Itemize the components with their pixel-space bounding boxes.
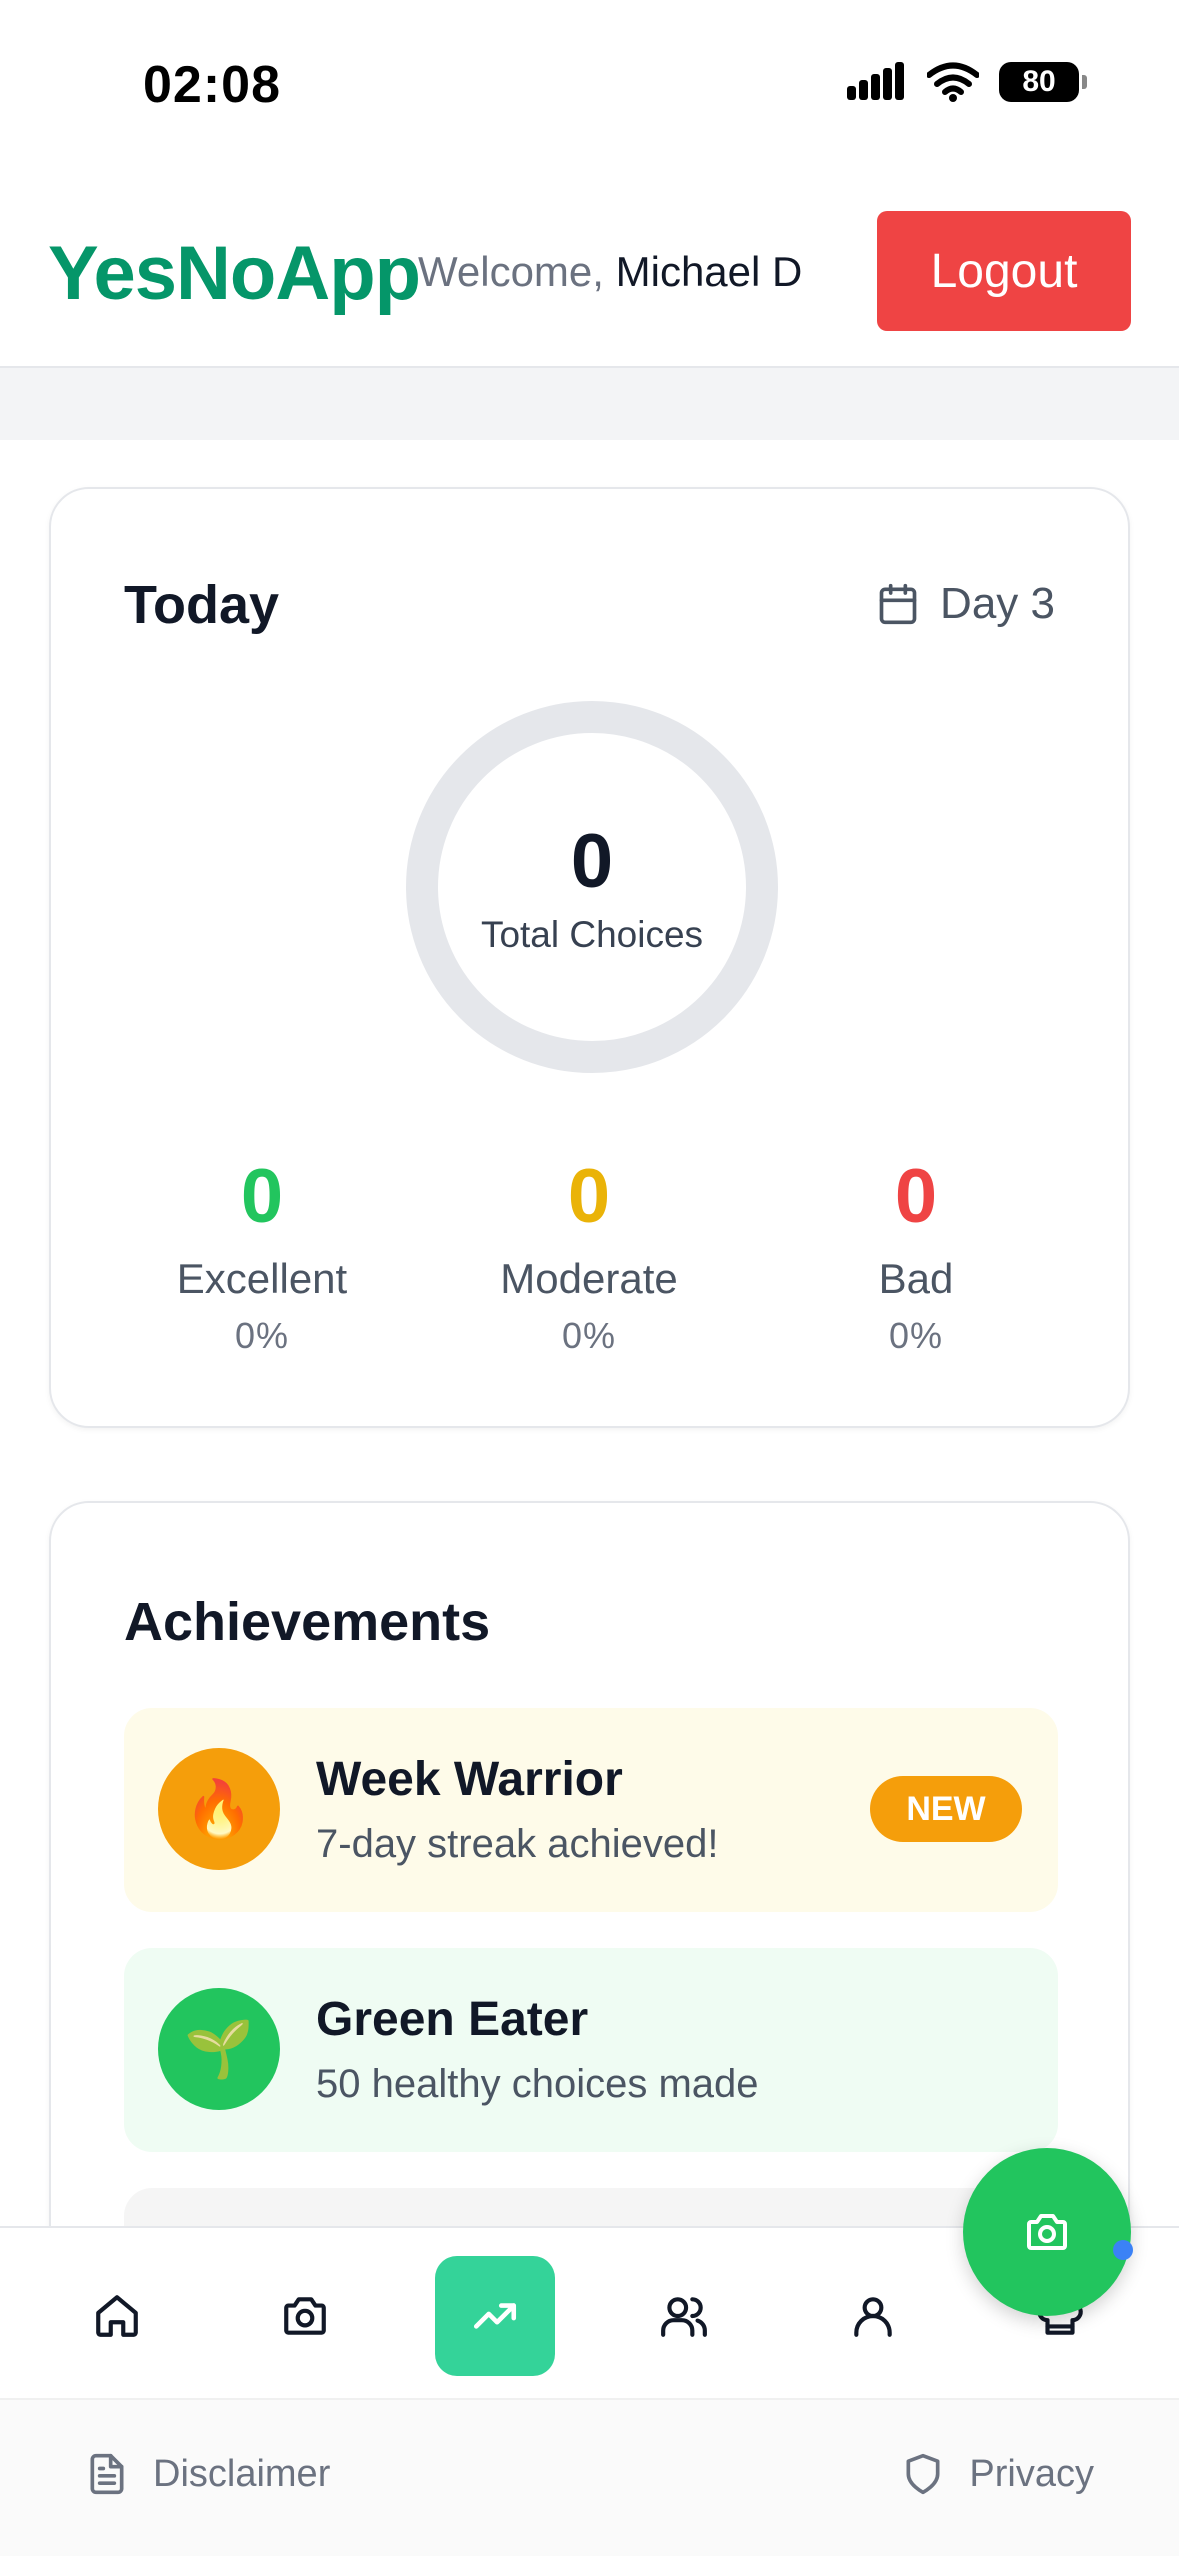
welcome-prefix: Welcome, (418, 248, 604, 295)
achievements-title: Achievements (124, 1592, 491, 1652)
nav-camera[interactable] (245, 2256, 365, 2376)
achievement-green-eater[interactable]: 🌱 Green Eater 50 healthy choices made (124, 1948, 1058, 2152)
app-header: YesNoApp Welcome, Michael D Logout (0, 170, 1179, 368)
camera-fab-button[interactable] (963, 2148, 1131, 2316)
achievement-description: 7-day streak achieved! (316, 1822, 719, 1866)
stat-moderate: 0 Moderate 0% (449, 1159, 729, 1357)
status-bar: 02:08 80 (0, 0, 1179, 170)
shield-icon (906, 2453, 940, 2495)
welcome-text: Welcome, Michael D (418, 248, 802, 296)
day-counter: Day 3 (876, 579, 1055, 629)
trending-up-icon (473, 2303, 517, 2329)
stat-excellent-value: 0 (240, 1154, 284, 1239)
privacy-label: Privacy (969, 2452, 1094, 2495)
logout-button[interactable]: Logout (877, 211, 1131, 331)
fire-icon: 🔥 (158, 1748, 280, 1870)
total-choices-value: 0 (570, 819, 614, 904)
cellular-signal-icon (847, 62, 904, 100)
user-name: Michael D (615, 248, 803, 295)
total-choices-label: Total Choices (480, 914, 704, 955)
nav-community[interactable] (624, 2256, 744, 2376)
achievement-week-warrior[interactable]: 🔥 Week Warrior 7-day streak achieved! NE… (124, 1708, 1058, 1912)
stat-excellent-label: Excellent (176, 1255, 348, 1302)
camera-icon (284, 2297, 326, 2335)
wifi-icon (927, 62, 979, 102)
stat-bad-label: Bad (878, 1255, 954, 1302)
day-label: Day 3 (940, 579, 1055, 628)
choice-stats: 0 Excellent 0% 0 Moderate 0% 0 Bad 0% (51, 1159, 1128, 1359)
users-icon (661, 2297, 707, 2337)
nav-home[interactable] (57, 2256, 177, 2376)
section-divider (0, 368, 1179, 440)
new-badge: NEW (870, 1776, 1022, 1842)
disclaimer-label: Disclaimer (153, 2452, 331, 2495)
home-icon (96, 2295, 138, 2337)
today-card: Today Day 3 0 Total Choices 0 Excellent … (49, 487, 1130, 1428)
calendar-icon (879, 583, 917, 625)
achievement-name: Green Eater (316, 1993, 589, 2046)
status-icons: 80 (845, 62, 1087, 102)
stat-excellent-percent: 0% (234, 1315, 290, 1356)
privacy-link[interactable]: Privacy (901, 2452, 1094, 2496)
stat-moderate-percent: 0% (561, 1315, 617, 1356)
achievement-description: 50 healthy choices made (316, 2062, 759, 2106)
status-time: 02:08 (143, 56, 281, 114)
footer: Disclaimer Privacy (0, 2398, 1179, 2556)
disclaimer-link[interactable]: Disclaimer (85, 2452, 330, 2496)
notification-dot (1113, 2240, 1133, 2260)
stat-bad-value: 0 (894, 1154, 938, 1239)
nav-profile[interactable] (813, 2256, 933, 2376)
stat-excellent: 0 Excellent 0% (122, 1159, 402, 1357)
document-icon (90, 2453, 124, 2495)
stat-bad: 0 Bad 0% (776, 1159, 1056, 1357)
total-choices-ring: 0 Total Choices (406, 701, 778, 1073)
brand-logo[interactable]: YesNoApp (48, 230, 421, 317)
seedling-icon: 🌱 (158, 1988, 280, 2110)
nav-progress[interactable] (435, 2256, 555, 2376)
stat-moderate-value: 0 (567, 1154, 611, 1239)
today-title: Today (124, 575, 280, 635)
achievement-name: Week Warrior (316, 1753, 623, 1806)
battery-indicator: 80 (999, 62, 1087, 102)
user-icon (854, 2297, 892, 2337)
stat-bad-percent: 0% (888, 1315, 944, 1356)
stat-moderate-label: Moderate (500, 1255, 678, 1302)
camera-icon (1027, 2214, 1067, 2250)
